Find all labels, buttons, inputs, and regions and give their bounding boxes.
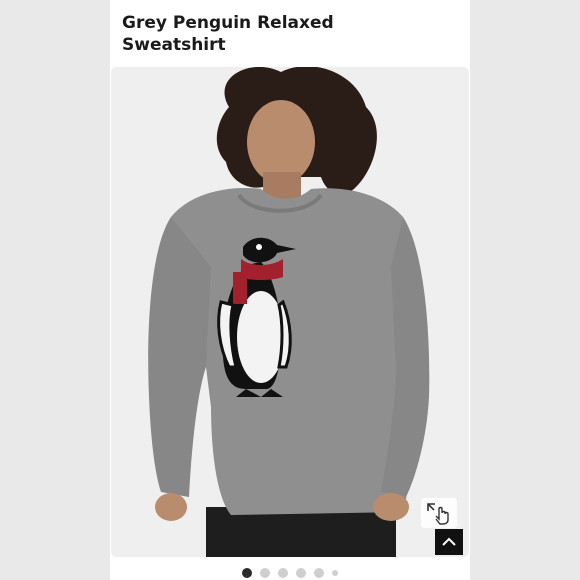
carousel-dot-6[interactable] xyxy=(332,570,338,576)
scroll-to-top-button[interactable] xyxy=(435,529,463,555)
right-gutter xyxy=(470,0,580,580)
product-image[interactable] xyxy=(111,67,469,557)
zoom-button[interactable] xyxy=(421,498,457,528)
carousel-dot-4[interactable] xyxy=(296,568,306,578)
carousel-dot-5[interactable] xyxy=(314,568,324,578)
carousel-dot-3[interactable] xyxy=(278,568,288,578)
expand-hand-icon xyxy=(427,503,449,525)
product-photo-illustration xyxy=(111,67,469,557)
left-gutter xyxy=(0,0,110,580)
carousel-dot-2[interactable] xyxy=(260,568,270,578)
product-title: Grey Penguin Relaxed Sweatshirt xyxy=(122,13,334,55)
chevron-up-icon xyxy=(442,537,456,546)
carousel-dot-1[interactable] xyxy=(242,568,252,578)
face xyxy=(247,100,315,184)
carousel-pagination xyxy=(0,568,580,578)
